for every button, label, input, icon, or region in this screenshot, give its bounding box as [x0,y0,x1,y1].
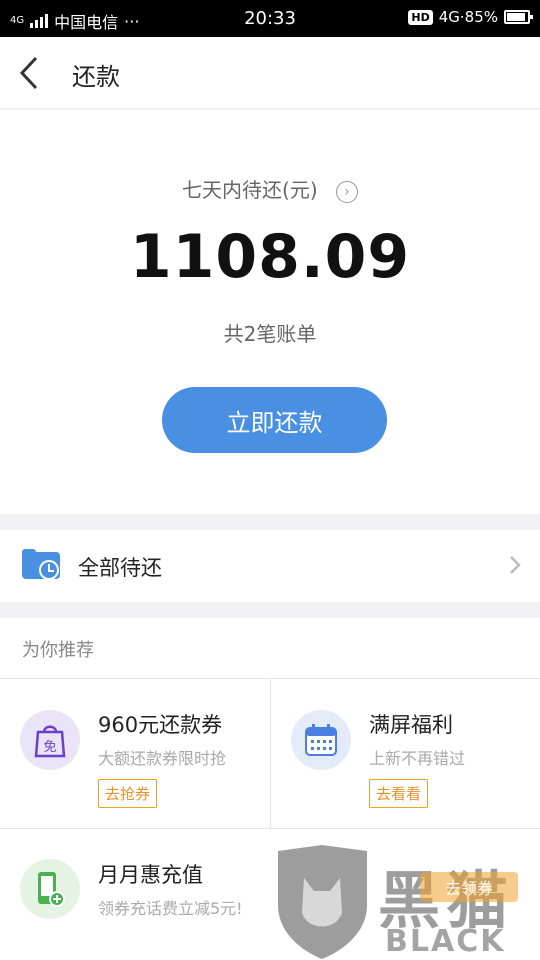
back-arrow-icon [19,56,38,90]
battery-text: 4G⋅85% [438,8,498,26]
recharge-subtitle: 领券充话费立减5元! [98,899,243,918]
chevron-right-icon [510,556,521,574]
status-bar: 4G 中国电信 ··· 20:33 HD 4G⋅85% [0,0,540,37]
recommend-card-voucher[interactable]: 免 960元还款券 大额还款券限时抢 去抢券 [0,679,269,828]
welfare-subtitle: 上新不再错过 [369,749,466,768]
recharge-title: 月月惠充值 [98,863,203,887]
phone-recharge-icon [20,859,80,919]
welfare-title: 满屏福利 [369,713,453,737]
recommend-header: 为你推荐 [22,640,94,661]
chevron-right-circle-icon[interactable]: › [335,180,358,203]
bill-count: 共2笔账单 [223,322,317,346]
page-title: 还款 [72,63,120,91]
battery-icon [504,10,533,24]
calendar-icon [291,710,351,770]
nav-bar: 还款 [0,37,540,109]
svg-text:免: 免 [43,740,56,755]
due-amount: 1108.09 [129,222,411,292]
all-pending-row[interactable]: 全部待还 [0,530,540,602]
hd-badge: HD [408,9,433,25]
go-see-button[interactable]: 去看看 [369,779,429,808]
due-label: 七天内待还(元) [182,178,318,202]
all-pending-label: 全部待还 [78,556,162,580]
watermark-pill: 去领券 [420,872,518,902]
wallet-clock-icon [22,549,60,580]
repayment-summary: 七天内待还(元) › 1108.09 共2笔账单 立即还款 [0,110,540,514]
black-cat-logo-icon [278,845,367,959]
back-button[interactable] [14,55,44,91]
watermark-en: BLACK CAT [385,924,506,960]
due-label-row[interactable]: 七天内待还(元) › [0,174,540,203]
grab-voucher-button[interactable]: 去抢券 [98,779,158,808]
voucher-subtitle: 大额还款券限时抢 [98,749,227,768]
recommend-card-welfare[interactable]: 满屏福利 上新不再错过 去看看 [271,679,540,828]
voucher-title: 960元还款券 [98,713,223,737]
voucher-bag-icon: 免 [20,710,80,770]
repay-now-button[interactable]: 立即还款 [162,387,387,453]
